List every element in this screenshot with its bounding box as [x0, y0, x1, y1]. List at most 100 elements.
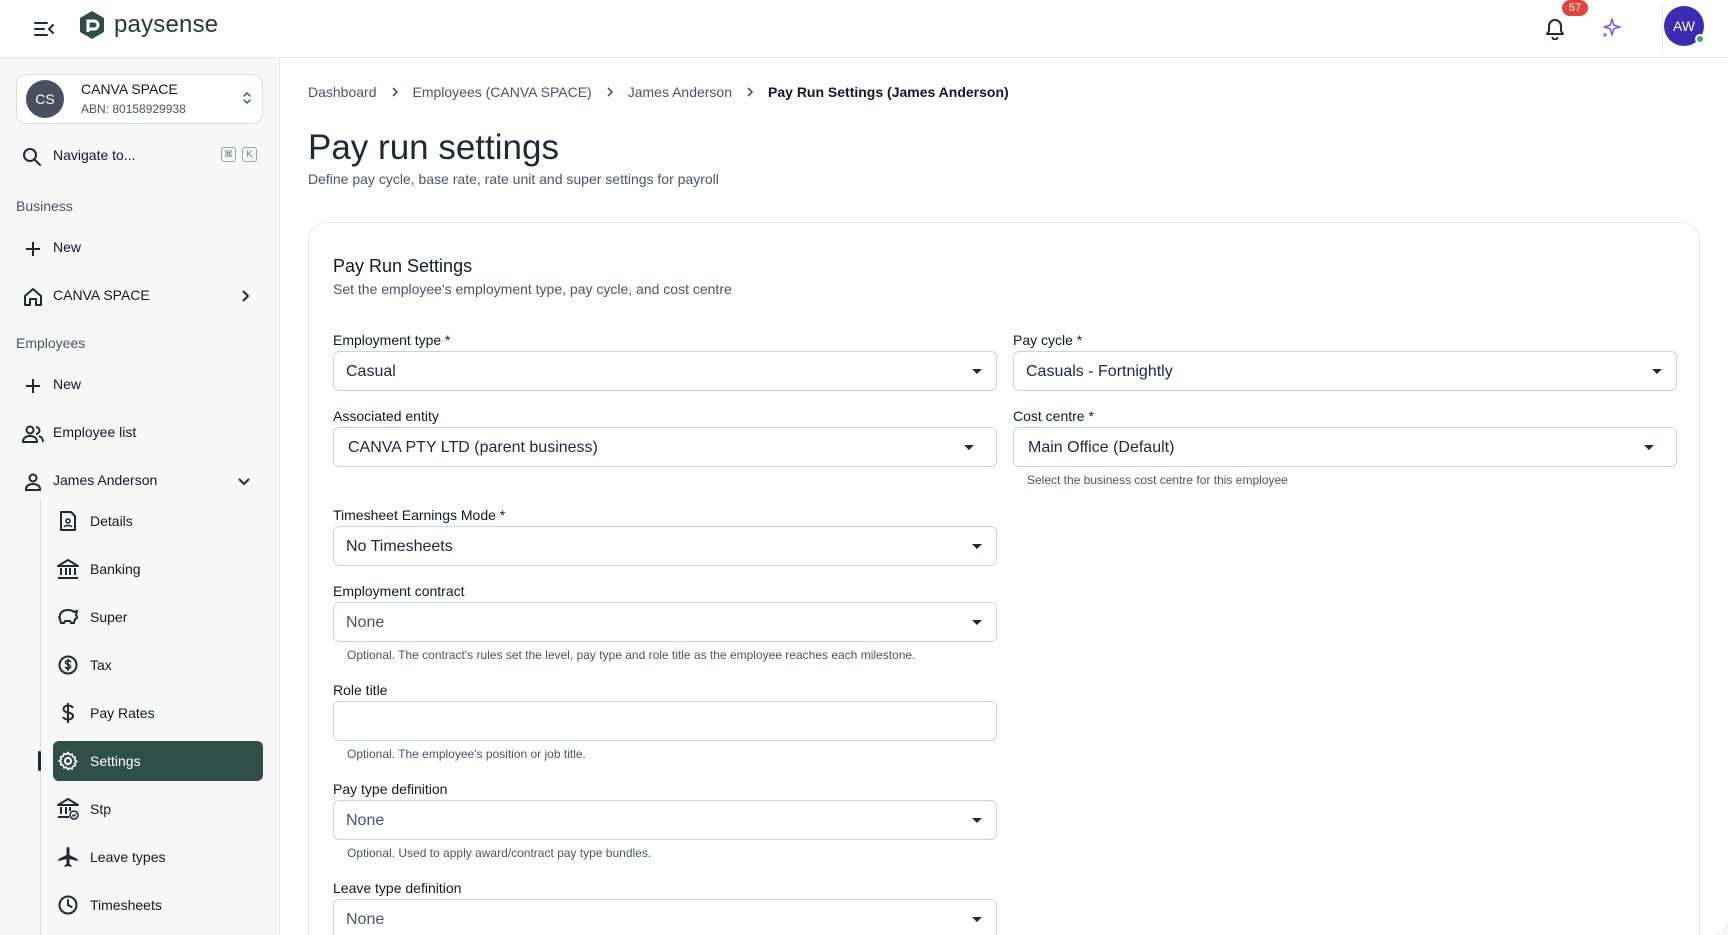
chevron-right-icon — [606, 86, 614, 98]
sidebar-item-banking[interactable]: Banking — [53, 549, 263, 589]
sidebar-item-label: Tax — [90, 657, 112, 673]
pay-run-settings-card: Pay Run Settings Set the employee's empl… — [308, 222, 1700, 935]
cost-centre-value: Main Office (Default) — [1028, 439, 1175, 456]
role-title-input[interactable] — [333, 701, 997, 741]
chevron-up-down-icon — [242, 89, 252, 112]
pay-cycle-select[interactable]: Casuals - Fortnightly — [1013, 351, 1677, 391]
caret-down-icon — [964, 445, 974, 450]
piggy-bank-icon — [57, 606, 79, 628]
caret-down-icon — [972, 369, 982, 374]
sidebar-item-label: Timesheets — [90, 897, 162, 913]
sidebar-item-label: Settings — [90, 753, 141, 769]
caret-down-icon — [1652, 369, 1662, 374]
sidebar-item-tax[interactable]: Tax — [53, 645, 263, 685]
chevron-right-icon — [391, 86, 399, 98]
card-subtitle: Set the employee's employment type, pay … — [333, 281, 732, 297]
clock-icon — [57, 894, 79, 916]
sidebar-item-label: Leave types — [90, 849, 166, 865]
breadcrumb-employees[interactable]: Employees (CANVA SPACE) — [413, 84, 592, 100]
section-business-label: Business — [16, 198, 73, 214]
sidebar-item-label: Employee list — [53, 424, 137, 440]
topbar-divider — [1662, 6, 1663, 52]
leave-type-definition-value: None — [346, 911, 385, 928]
dollar-circle-icon — [57, 654, 79, 676]
breadcrumb-employee[interactable]: James Anderson — [628, 84, 732, 100]
navigate-search[interactable]: Navigate to... ⌘ K — [16, 140, 263, 170]
sidebar-item-label: Pay Rates — [90, 705, 155, 721]
caret-down-icon — [972, 917, 982, 922]
leave-type-definition-select[interactable]: None — [333, 899, 997, 935]
menu-collapse-icon[interactable] — [30, 15, 58, 43]
employment-contract-label: Employment contract — [333, 583, 465, 599]
sidebar-item-label: James Anderson — [53, 472, 158, 488]
sidebar-item-super[interactable]: Super — [53, 597, 263, 637]
associated-entity-label: Associated entity — [333, 408, 439, 424]
navigate-label: Navigate to... — [53, 147, 136, 163]
associated-entity-select[interactable]: CANVA PTY LTD (parent business) — [333, 427, 997, 467]
caret-down-icon — [972, 818, 982, 823]
breadcrumb: Dashboard Employees (CANVA SPACE) James … — [308, 84, 1009, 100]
airplane-icon — [57, 846, 79, 868]
sidebar-item-timesheets[interactable]: Timesheets — [53, 885, 263, 925]
timesheet-mode-select[interactable]: No Timesheets — [333, 526, 997, 566]
sidebar-item-business-new[interactable]: New — [16, 228, 263, 268]
sidebar-item-label: Details — [90, 513, 133, 529]
sidebar-item-employee-james-anderson[interactable]: James Anderson — [16, 461, 263, 501]
pay-type-definition-value: None — [346, 812, 385, 829]
role-title-helper: Optional. The employee's position or job… — [347, 747, 586, 761]
page-title: Pay run settings — [308, 128, 559, 167]
plus-icon — [22, 238, 44, 260]
brand-logo[interactable]: paysense — [78, 10, 218, 40]
employment-type-select[interactable]: Casual — [333, 351, 997, 391]
dollar-icon — [57, 702, 79, 724]
sidebar-item-label: Super — [90, 609, 128, 625]
pay-type-definition-select[interactable]: None — [333, 800, 997, 840]
people-icon — [22, 423, 44, 445]
sidebar-item-employee-list[interactable]: Employee list — [16, 413, 263, 453]
org-avatar: CS — [26, 80, 64, 118]
notifications-bell-icon[interactable] — [1540, 14, 1570, 44]
pay-type-definition-label: Pay type definition — [333, 781, 448, 797]
sidebar-item-details[interactable]: Details — [53, 501, 263, 541]
pay-cycle-value: Casuals - Fortnightly — [1026, 363, 1173, 380]
cost-centre-label: Cost centre * — [1013, 408, 1094, 424]
sidebar-item-label: Banking — [90, 561, 141, 577]
bank-check-icon — [57, 798, 79, 820]
sidebar-item-pay-rates[interactable]: Pay Rates — [53, 693, 263, 733]
org-name: CANVA SPACE — [81, 81, 178, 97]
card-title: Pay Run Settings — [333, 256, 473, 276]
pay-cycle-label: Pay cycle * — [1013, 332, 1083, 348]
org-abn: ABN: 80158929938 — [81, 102, 186, 116]
sidebar-item-label: Stp — [90, 801, 112, 817]
sidebar-item-canva-space[interactable]: CANVA SPACE — [16, 276, 263, 316]
organization-switcher[interactable]: CS CANVA SPACE ABN: 80158929938 — [16, 74, 263, 124]
ai-sparkle-icon[interactable] — [1596, 13, 1626, 43]
employment-contract-value: None — [346, 614, 385, 631]
breadcrumb-dashboard[interactable]: Dashboard — [308, 84, 377, 100]
sidebar-item-leave-types[interactable]: Leave types — [53, 837, 263, 877]
sidebar-item-label: CANVA SPACE — [53, 287, 150, 303]
sidebar-item-employees-new[interactable]: New — [16, 365, 263, 405]
search-icon — [22, 147, 42, 172]
chevron-right-icon — [241, 289, 251, 308]
shortcut-cmd-key: ⌘ — [221, 147, 236, 162]
online-status-dot — [1695, 34, 1705, 44]
caret-down-icon — [972, 544, 982, 549]
caret-down-icon — [1644, 445, 1654, 450]
document-icon — [57, 510, 79, 532]
active-item-marker — [38, 751, 41, 771]
caret-down-icon — [972, 620, 982, 625]
user-avatar[interactable]: AW — [1664, 6, 1705, 46]
employment-contract-select[interactable]: None — [333, 602, 997, 642]
app-window: paysense 57 AW CS CANVA SPACE ABN: 80158… — [0, 0, 1728, 935]
sidebar-item-settings[interactable]: Settings — [53, 741, 263, 781]
sidebar-item-label: New — [53, 239, 82, 255]
main-content: Dashboard Employees (CANVA SPACE) James … — [281, 58, 1728, 935]
sidebar-item-stp[interactable]: Stp — [53, 789, 263, 829]
timesheet-mode-label: Timesheet Earnings Mode * — [333, 507, 506, 523]
cost-centre-helper: Select the business cost centre for this… — [1027, 473, 1288, 487]
associated-entity-value: CANVA PTY LTD (parent business) — [348, 439, 598, 456]
cost-centre-select[interactable]: Main Office (Default) — [1013, 427, 1677, 467]
gear-icon — [57, 750, 79, 772]
user-initials: AW — [1672, 18, 1696, 34]
